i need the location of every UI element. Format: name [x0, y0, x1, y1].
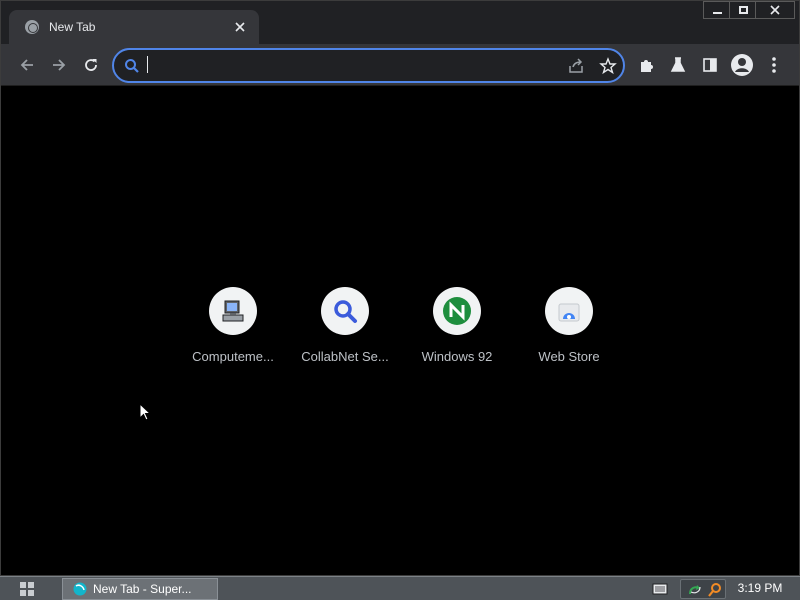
taskbar-item-browser[interactable]: New Tab - Super... — [62, 578, 218, 600]
browser-app-icon — [73, 582, 87, 596]
shortcut-tile[interactable]: Windows 92 — [401, 287, 513, 377]
close-icon[interactable] — [231, 18, 249, 36]
shortcut-label: Windows 92 — [421, 349, 493, 364]
side-panel-icon — [703, 58, 717, 72]
reload-button[interactable] — [78, 52, 104, 78]
forward-arrow-icon — [53, 59, 66, 71]
share-icon[interactable] — [567, 57, 585, 80]
labs-button[interactable] — [665, 52, 691, 78]
tab-new-tab[interactable]: New Tab — [9, 10, 259, 44]
address-bar[interactable] — [112, 48, 625, 83]
labs-flask-icon — [670, 57, 686, 72]
back-button[interactable] — [14, 52, 40, 78]
window-close-button[interactable] — [755, 1, 795, 19]
more-menu-button[interactable] — [761, 52, 787, 78]
minimize-icon — [712, 12, 722, 14]
shortcut-label: Computeme... — [192, 349, 274, 364]
magnifier-icon — [321, 287, 369, 335]
forward-button[interactable] — [46, 52, 72, 78]
shortcut-tile[interactable]: Computeme... — [177, 287, 289, 377]
system-tray — [680, 579, 726, 599]
side-panel-button[interactable] — [697, 52, 723, 78]
extensions-icon — [641, 60, 653, 72]
extensions-button[interactable] — [634, 52, 660, 78]
address-input[interactable] — [146, 56, 546, 76]
computer-icon — [209, 287, 257, 335]
search-icon — [124, 58, 140, 79]
minimize-button[interactable] — [703, 1, 731, 19]
maximize-button[interactable] — [729, 1, 757, 19]
maximize-icon — [738, 6, 748, 14]
more-menu-icon — [772, 57, 776, 73]
shortcut-tile[interactable]: CollabNet Se... — [289, 287, 401, 377]
browser-window: New Tab Computeme... CollabNet Se... Win… — [0, 0, 800, 576]
close-icon — [770, 5, 780, 15]
start-button[interactable] — [12, 580, 42, 598]
n-logo-icon — [433, 287, 481, 335]
start-grid-icon — [20, 582, 34, 596]
network-icon[interactable] — [687, 582, 703, 598]
profile-avatar-icon — [731, 54, 753, 76]
taskbar-clock[interactable]: 3:19 PM — [728, 581, 792, 595]
web-store-icon — [545, 287, 593, 335]
browser-toolbar — [1, 44, 799, 86]
back-arrow-icon — [20, 59, 33, 71]
search-tray-icon[interactable] — [707, 582, 723, 598]
profile-button[interactable] — [729, 52, 755, 78]
mouse-cursor-icon — [139, 403, 151, 421]
reload-icon — [85, 59, 97, 71]
star-icon[interactable] — [599, 57, 617, 80]
shortcut-tile[interactable]: Web Store — [513, 287, 625, 377]
text-caret — [147, 56, 148, 73]
taskbar-item-label: New Tab - Super... — [93, 582, 192, 596]
taskbar: New Tab - Super... 3:19 PM — [0, 576, 800, 600]
shortcut-label: Web Store — [538, 349, 600, 364]
globe-icon — [25, 20, 39, 34]
keyboard-icon[interactable] — [652, 582, 668, 600]
tab-title: New Tab — [49, 20, 96, 34]
tab-strip: New Tab — [1, 1, 799, 44]
shortcut-label: CollabNet Se... — [301, 349, 389, 364]
